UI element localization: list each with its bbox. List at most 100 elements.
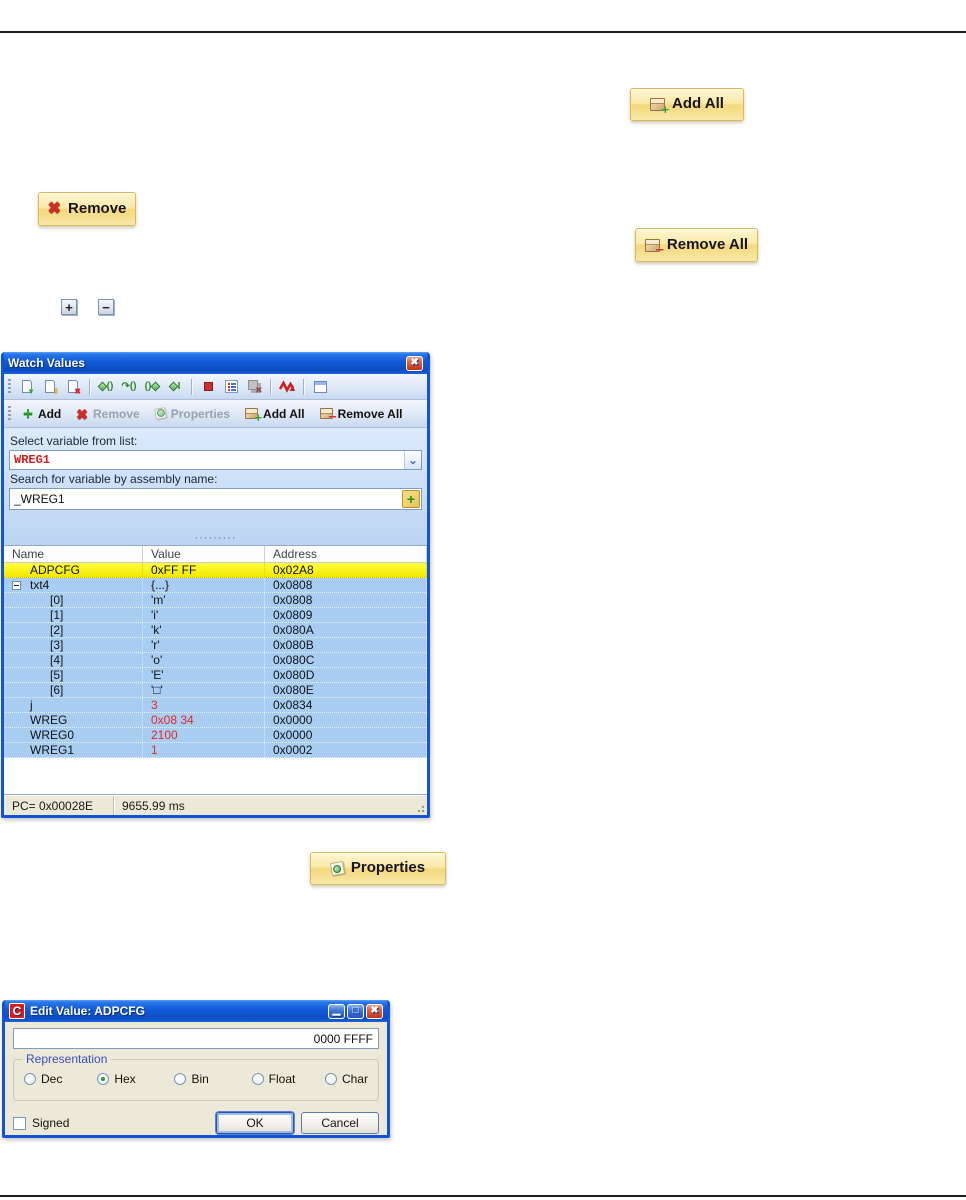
- table-row[interactable]: [1] 'i' 0x0809: [4, 608, 427, 623]
- table-row[interactable]: [5] 'E' 0x080D: [4, 668, 427, 683]
- radio-dec[interactable]: Dec: [24, 1072, 97, 1086]
- watch-window-titlebar[interactable]: Watch Values ✖: [4, 352, 427, 374]
- value-input[interactable]: [13, 1028, 379, 1049]
- bottom-rule: [0, 1195, 966, 1197]
- step-over-icon[interactable]: ↷(): [119, 377, 139, 397]
- dialog-titlebar[interactable]: C Edit Value: ADPCFG ▁ □ ✖: [5, 1000, 387, 1022]
- radio-circle-icon[interactable]: [251, 1073, 264, 1085]
- expand-icon[interactable]: +: [61, 299, 77, 315]
- column-header-address[interactable]: Address: [265, 546, 427, 562]
- row-value: 'm': [143, 593, 265, 607]
- signal-icon[interactable]: [277, 377, 297, 397]
- radio-circle-icon[interactable]: [97, 1073, 110, 1085]
- radio-circle-icon[interactable]: [174, 1073, 187, 1085]
- table-row[interactable]: WREG 0x08 34 0x0000: [4, 713, 427, 728]
- dialog-body: Representation Dec Hex Bin Float Char Signed…: [5, 1022, 387, 1135]
- cancel-button[interactable]: Cancel: [301, 1112, 379, 1134]
- maximize-icon[interactable]: □: [347, 1003, 364, 1019]
- properties-button[interactable]: Properties: [310, 852, 446, 885]
- watch-table: Name Value Address ADPCFG 0xFF FF 0x02A8 tx…: [4, 545, 427, 795]
- column-header-name[interactable]: Name: [4, 546, 143, 562]
- row-value: 0xFF FF: [143, 563, 265, 577]
- radio-float[interactable]: Float: [251, 1072, 325, 1086]
- collapse-toggle-icon[interactable]: [12, 580, 21, 590]
- add-all-action[interactable]: + Add All: [239, 407, 311, 424]
- row-address: 0x0000: [265, 728, 427, 742]
- radio-char[interactable]: Char: [324, 1072, 368, 1086]
- variable-combobox[interactable]: WREG1 ⌄: [9, 450, 422, 470]
- watch-values-window: Watch Values ✖ ▼ ‖ ✖ () ↷() () I ✖ + Add…: [1, 352, 430, 818]
- row-address: 0x0808: [265, 593, 427, 607]
- radio-hex[interactable]: Hex: [97, 1072, 174, 1086]
- run-to-cursor-icon[interactable]: I: [165, 377, 185, 397]
- ok-button[interactable]: OK: [216, 1112, 294, 1134]
- toolbar-separator: [303, 378, 304, 395]
- radio-bin[interactable]: Bin: [174, 1072, 251, 1086]
- table-row[interactable]: [3] 'r' 0x080B: [4, 638, 427, 653]
- radio-label: Hex: [114, 1072, 136, 1086]
- delete-watch-icon[interactable]: ✖: [63, 377, 83, 397]
- box-plus-icon: +: [245, 408, 262, 424]
- table-row[interactable]: [0] 'm' 0x0808: [4, 593, 427, 608]
- radio-circle-icon[interactable]: [24, 1073, 36, 1085]
- add-variable-icon[interactable]: +: [402, 490, 420, 508]
- splitter-handle[interactable]: ·········: [4, 532, 427, 544]
- watch-list-icon[interactable]: [221, 377, 241, 397]
- remove-label: Remove: [68, 199, 127, 217]
- green-plus-icon: +: [23, 404, 33, 423]
- edit-value-dialog: C Edit Value: ADPCFG ▁ □ ✖ Representatio…: [2, 1000, 390, 1138]
- freeze-watch-icon[interactable]: ‖: [40, 377, 60, 397]
- radio-circle-icon[interactable]: [324, 1073, 337, 1085]
- row-address: 0x080E: [265, 683, 427, 697]
- remove-all-button[interactable]: – Remove All: [635, 228, 758, 262]
- stop-icon[interactable]: [198, 377, 218, 397]
- add-all-button[interactable]: + Add All: [630, 88, 744, 121]
- step-into-icon[interactable]: (): [96, 377, 116, 397]
- add-action[interactable]: + Add: [17, 405, 67, 422]
- resize-grip[interactable]: [415, 803, 425, 813]
- toolbar-grip: [8, 378, 11, 395]
- column-header-value[interactable]: Value: [143, 546, 265, 562]
- remove-action[interactable]: ✖ Remove: [70, 407, 145, 421]
- radio-label: Char: [341, 1072, 368, 1086]
- close-icon[interactable]: ✖: [366, 1003, 383, 1019]
- watch-window-icon[interactable]: [310, 377, 330, 397]
- table-row[interactable]: txt4 {...} 0x0808: [4, 578, 427, 593]
- table-row[interactable]: WREG1 1 0x0002: [4, 743, 427, 758]
- step-out-icon[interactable]: (): [142, 377, 162, 397]
- table-row[interactable]: j 3 0x0834: [4, 698, 427, 713]
- assembly-name-input[interactable]: [9, 488, 422, 510]
- variable-form: Select variable from list: WREG1 ⌄ Searc…: [4, 428, 427, 545]
- dialog-title: Edit Value: ADPCFG: [30, 1004, 145, 1018]
- representation-label: Representation: [22, 1052, 112, 1066]
- note-icon: [329, 860, 345, 877]
- clear-watch-icon[interactable]: [244, 377, 264, 397]
- select-variable-label: Select variable from list:: [10, 434, 138, 448]
- minimize-icon[interactable]: ▁: [328, 1003, 345, 1019]
- radio-label: Dec: [41, 1072, 63, 1086]
- signed-checkbox[interactable]: Signed: [13, 1116, 69, 1130]
- remove-button[interactable]: ✖ Remove: [38, 192, 136, 226]
- collapse-icon[interactable]: −: [98, 299, 114, 315]
- remove-all-action[interactable]: – Remove All: [314, 407, 409, 424]
- table-row[interactable]: WREG0 2100 0x0000: [4, 728, 427, 743]
- row-value: 2100: [143, 728, 265, 742]
- box-plus-icon: +: [650, 98, 669, 116]
- row-value: 1: [143, 743, 265, 757]
- copy-watch-icon[interactable]: ▼: [17, 377, 37, 397]
- row-address: 0x02A8: [265, 563, 427, 577]
- box-minus-icon: –: [319, 408, 337, 424]
- table-row[interactable]: [6] '□' 0x080E: [4, 683, 427, 698]
- row-value: 'E': [143, 668, 265, 682]
- row-address: 0x080A: [265, 623, 427, 637]
- table-row[interactable]: ADPCFG 0xFF FF 0x02A8: [4, 563, 427, 578]
- table-row[interactable]: [2] 'k' 0x080A: [4, 623, 427, 638]
- properties-action[interactable]: Properties: [149, 407, 236, 421]
- chevron-down-icon[interactable]: ⌄: [404, 451, 421, 469]
- table-row[interactable]: [4] 'o' 0x080C: [4, 653, 427, 668]
- row-value: 'o': [143, 653, 265, 667]
- checkbox-box-icon[interactable]: [13, 1116, 26, 1130]
- row-name: WREG1: [30, 743, 75, 757]
- box-minus-icon: –: [644, 238, 664, 257]
- close-icon[interactable]: ✖: [406, 355, 423, 371]
